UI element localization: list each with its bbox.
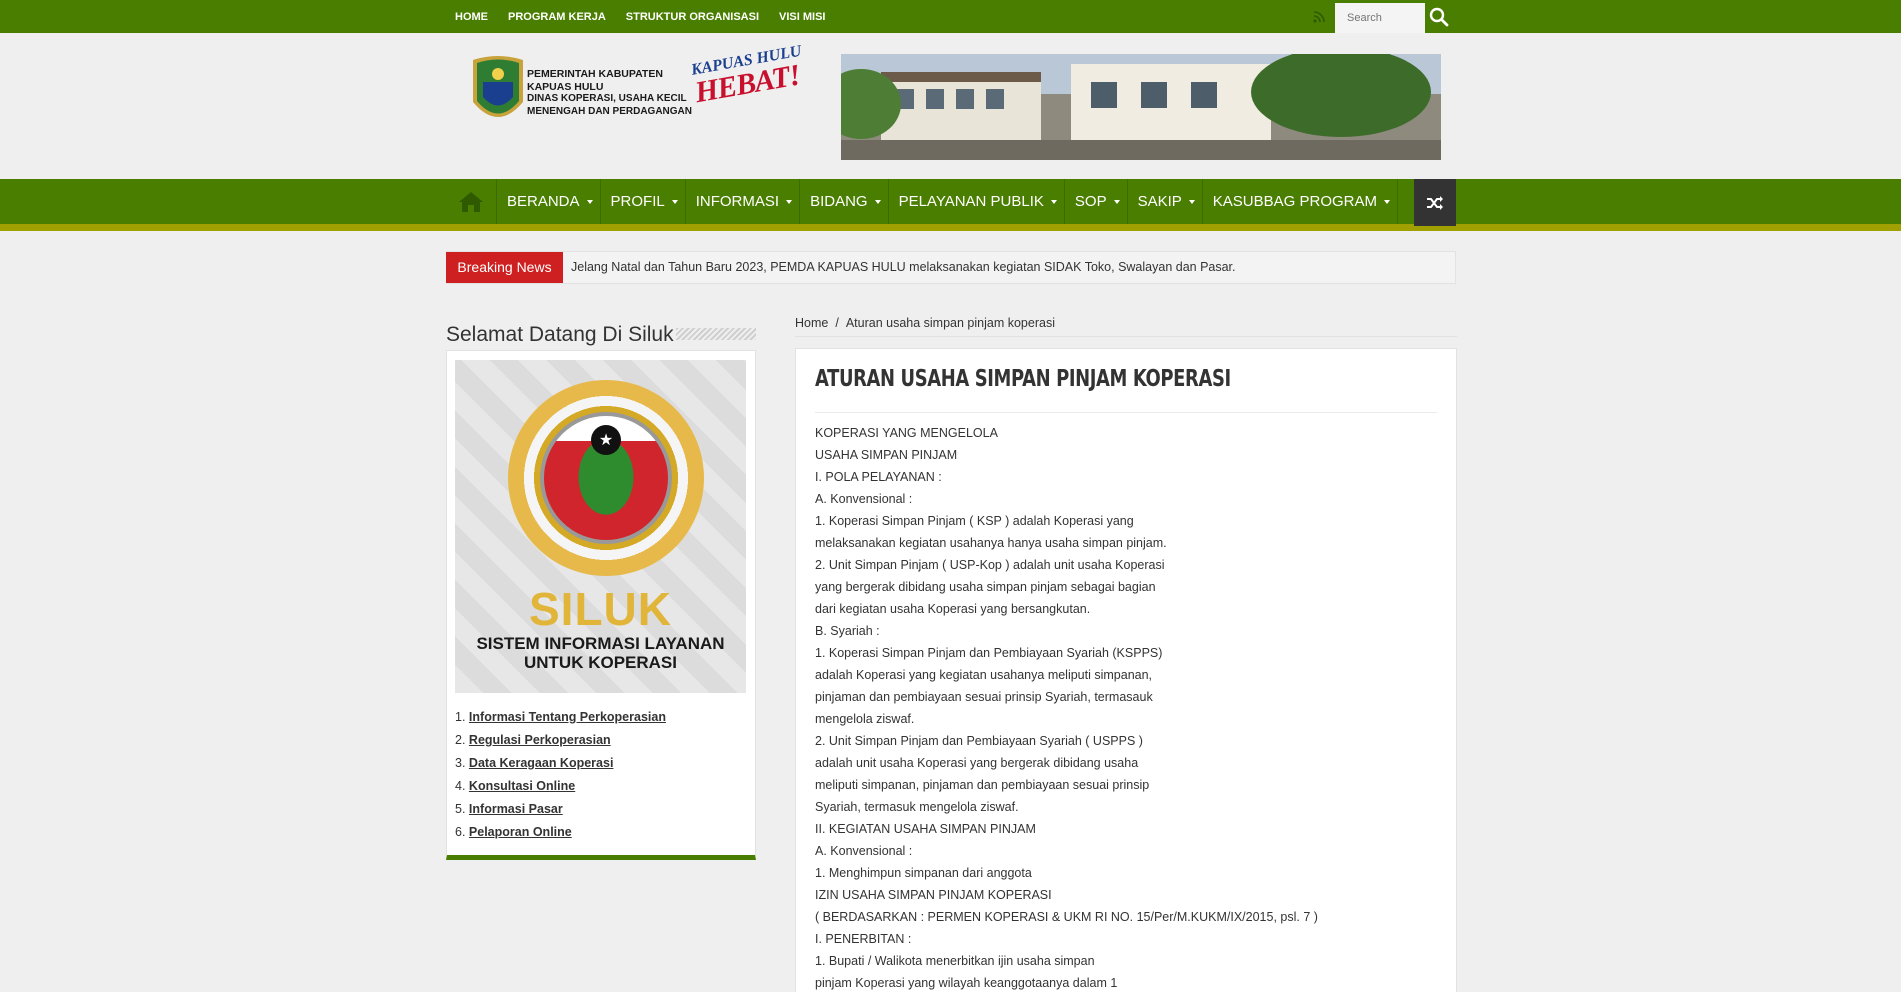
nav-home-button[interactable] — [446, 179, 497, 224]
link-regulasi-perkoperasian[interactable]: Regulasi Perkoperasian — [469, 733, 611, 747]
list-number: 4. — [455, 779, 466, 793]
top-nav: HOME PROGRAM KERJA STRUKTUR ORGANISASI V… — [445, 0, 836, 33]
post-line: IZIN USAHA SIMPAN PINJAM KOPERASI — [815, 888, 1052, 902]
header-banner-photo[interactable] — [841, 54, 1441, 160]
search-input[interactable] — [1335, 3, 1425, 33]
breadcrumb: Home / Aturan usaha simpan pinjam koperasi — [795, 316, 1055, 330]
building-photo-image — [841, 54, 1441, 160]
nav-item-informasi[interactable]: INFORMASI — [686, 179, 801, 224]
post-line: II. KEGIATAN USAHA SIMPAN PINJAM — [815, 822, 1036, 836]
list-item: 4. Konsultasi Online — [455, 775, 666, 798]
sidebar-title-decoration — [676, 328, 756, 340]
siluk-subtitle-line-1: SISTEM INFORMASI LAYANAN — [476, 634, 725, 653]
post-line: A. Konvensional : — [815, 844, 913, 858]
post-divider — [815, 412, 1437, 413]
logo-line-4: MENENGAH DAN PERDAGANGAN — [527, 105, 693, 117]
logo-line-1: PEMERINTAH KABUPATEN — [527, 68, 663, 80]
topnav-struktur-organisasi[interactable]: STRUKTUR ORGANISASI — [616, 0, 769, 33]
sidebar-links: 1. Informasi Tentang Perkoperasian 2. Re… — [455, 706, 666, 844]
list-number: 1. — [455, 710, 466, 724]
nav-item-kasubbag-program[interactable]: KASUBBAG PROGRAM — [1203, 179, 1398, 224]
post-line: KOPERASI YANG MENGELOLA — [815, 426, 998, 440]
link-informasi-pasar[interactable]: Informasi Pasar — [469, 802, 563, 816]
breadcrumb-home[interactable]: Home — [795, 316, 828, 330]
logo-line-2: KAPUAS HULU — [527, 80, 604, 93]
random-article-button[interactable] — [1414, 179, 1456, 226]
post-line: USAHA SIMPAN PINJAM — [815, 448, 958, 462]
siluk-subtitle-line-2: UNTUK KOPERASI — [523, 653, 677, 672]
siluk-subtitle: SISTEM INFORMASI LAYANAN UNTUK KOPERASI — [455, 634, 746, 672]
post-line: 1. Koperasi Simpan Pinjam ( KSP ) adalah… — [815, 514, 1134, 528]
topnav-visi-misi[interactable]: VISI MISI — [769, 0, 835, 33]
page-title: ATURAN USAHA SIMPAN PINJAM KOPERASI — [815, 366, 1231, 392]
home-icon — [459, 191, 483, 212]
nav-item-bidang[interactable]: BIDANG — [800, 179, 889, 224]
link-data-keragaan-koperasi[interactable]: Data Keragaan Koperasi — [469, 756, 614, 770]
list-item: 6. Pelaporan Online — [455, 821, 666, 844]
post-line: adalah unit usaha Koperasi yang bergerak… — [815, 756, 1139, 770]
main-nav: BERANDA PROFIL INFORMASI BIDANG PELAYANA… — [446, 179, 1398, 224]
post-line: pinjaman dan pembiayaan sesuai prinsip S… — [815, 690, 1153, 704]
breaking-news-link[interactable]: Jelang Natal dan Tahun Baru 2023, PEMDA … — [571, 252, 1236, 283]
post-line: B. Syariah : — [815, 624, 880, 638]
nav-item-profil[interactable]: PROFIL — [601, 179, 686, 224]
top-bar — [0, 0, 1901, 33]
post-line: adalah Koperasi yang kegiatan usahanya m… — [815, 668, 1153, 682]
link-konsultasi-online[interactable]: Konsultasi Online — [469, 779, 575, 793]
post-line: yang bergerak dibidang usaha simpan pinj… — [815, 580, 1156, 594]
breadcrumb-divider — [795, 336, 1457, 337]
rss-icon[interactable] — [1313, 11, 1325, 23]
logo-line-3: DINAS KOPERASI, USAHA KECIL — [527, 93, 687, 104]
post-line: I. POLA PELAYANAN : — [815, 470, 942, 484]
list-number: 6. — [455, 825, 466, 839]
link-pelaporan-online[interactable]: Pelaporan Online — [469, 825, 572, 839]
list-item: 3. Data Keragaan Koperasi — [455, 752, 666, 775]
post-line: Syariah, termasuk mengelola ziswaf. — [815, 800, 1019, 814]
breaking-news-label: Breaking News — [446, 252, 563, 283]
post-line: 1. Koperasi Simpan Pinjam dan Pembiayaan… — [815, 646, 1163, 660]
shuffle-icon — [1427, 195, 1443, 210]
breadcrumb-current: Aturan usaha simpan pinjam koperasi — [845, 316, 1055, 330]
list-number: 3. — [455, 756, 466, 770]
list-item: 2. Regulasi Perkoperasian — [455, 729, 666, 752]
nav-item-pelayanan-publik[interactable]: PELAYANAN PUBLIK — [889, 179, 1065, 224]
nav-item-beranda[interactable]: BERANDA — [497, 179, 601, 224]
post-line: ( BERDASARKAN : PERMEN KOPERASI & UKM RI… — [815, 910, 1318, 924]
list-item: 5. Informasi Pasar — [455, 798, 666, 821]
topnav-home[interactable]: HOME — [445, 0, 498, 33]
topnav-program-kerja[interactable]: PROGRAM KERJA — [498, 0, 616, 33]
post-line: I. PENERBITAN : — [815, 932, 912, 946]
nav-item-sakip[interactable]: SAKIP — [1128, 179, 1203, 224]
post-line: pinjam Koperasi yang wilayah keanggotaan… — [815, 976, 1118, 990]
breadcrumb-separator: / — [835, 316, 839, 330]
post-line: melaksanakan kegiatan usahanya hanya usa… — [815, 536, 1167, 550]
logo-text: PEMERINTAH KABUPATEN KAPUAS HULU DINAS K… — [527, 68, 692, 118]
post-body: KOPERASI YANG MENGELOLA USAHA SIMPAN PIN… — [815, 422, 1318, 992]
post-line: A. Konvensional : — [815, 492, 913, 506]
post-line: mengelola ziswaf. — [815, 712, 915, 726]
star-icon: ★ — [591, 425, 621, 455]
list-number: 2. — [455, 733, 466, 747]
nav-item-sop[interactable]: SOP — [1065, 179, 1128, 224]
tree-icon — [571, 445, 641, 525]
post-line: 1. Menghimpun simpanan dari anggota — [815, 866, 1032, 880]
sidebar-title: Selamat Datang Di Siluk — [446, 323, 674, 346]
post-line: 2. Unit Simpan Pinjam dan Pembiayaan Sya… — [815, 734, 1143, 748]
link-informasi-perkoperasian[interactable]: Informasi Tentang Perkoperasian — [469, 710, 666, 724]
main-nav-stripe — [0, 224, 1901, 231]
post-line: meliputi simpanan, pinjaman dan pembiaya… — [815, 778, 1150, 792]
list-item: 1. Informasi Tentang Perkoperasian — [455, 706, 666, 729]
post-line: dari kegiatan usaha Koperasi yang bersan… — [815, 602, 1091, 616]
post-line: 1. Bupati / Walikota menerbitkan ijin us… — [815, 954, 1095, 968]
list-number: 5. — [455, 802, 466, 816]
siluk-wordmark: SILUK — [529, 583, 672, 635]
post-line: 2. Unit Simpan Pinjam ( USP-Kop ) adalah… — [815, 558, 1165, 572]
search-icon[interactable] — [1428, 6, 1450, 28]
